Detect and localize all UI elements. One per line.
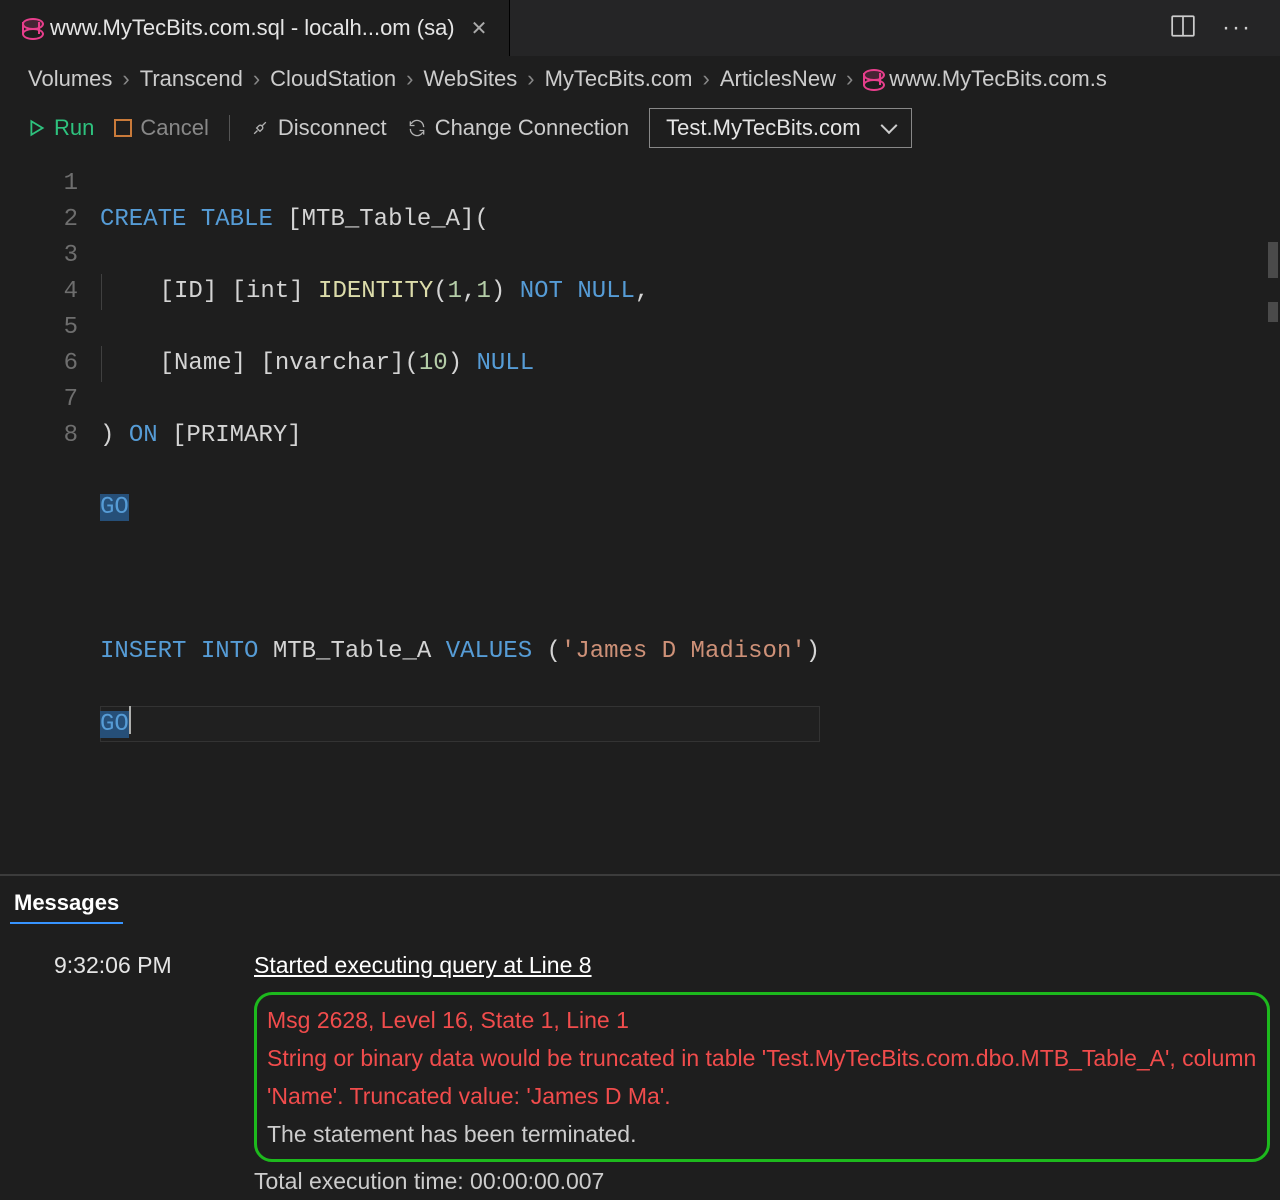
code-area[interactable]: CREATE TABLE [MTB_Table_A]( [ID] [int] I… (100, 162, 820, 818)
error-line: String or binary data would be truncated… (267, 1039, 1257, 1115)
run-button[interactable]: Run (28, 115, 94, 141)
breadcrumb-item[interactable]: MyTecBits.com (545, 66, 693, 92)
chevron-right-icon: › (406, 66, 413, 92)
close-icon[interactable]: ✕ (471, 16, 488, 41)
breadcrumb-item[interactable]: ArticlesNew (720, 66, 836, 92)
message-line: Total execution time: 00:00:00.007 (254, 1162, 1270, 1200)
chevron-right-icon: › (702, 66, 709, 92)
line-gutter: 1 2 3 4 5 6 7 8 (0, 162, 100, 818)
database-icon (863, 69, 881, 89)
error-highlight: Msg 2628, Level 16, State 1, Line 1 Stri… (254, 992, 1270, 1162)
output-panel: Messages 9:32:06 PM Started executing qu… (0, 876, 1280, 1200)
tab-messages[interactable]: Messages (10, 890, 123, 924)
database-select[interactable]: Test.MyTecBits.com (649, 108, 911, 148)
text-cursor (129, 706, 131, 734)
chevron-right-icon: › (253, 66, 260, 92)
tab-title: www.MyTecBits.com.sql - localh...om (sa) (50, 15, 455, 41)
editor-tab[interactable]: www.MyTecBits.com.sql - localh...om (sa)… (0, 0, 510, 56)
breadcrumb-item[interactable]: Transcend (140, 66, 243, 92)
split-editor-icon[interactable] (1170, 13, 1196, 44)
breadcrumb-item[interactable]: Volumes (28, 66, 112, 92)
breadcrumb-item[interactable]: CloudStation (270, 66, 396, 92)
refresh-icon (407, 118, 427, 138)
play-icon (28, 119, 46, 137)
chevron-right-icon: › (527, 66, 534, 92)
error-line: Msg 2628, Level 16, State 1, Line 1 (267, 1001, 1257, 1039)
database-icon (22, 18, 40, 38)
query-toolbar: Run Cancel Disconnect Change Connection … (0, 98, 1280, 162)
breadcrumb-file[interactable]: www.MyTecBits.com.s (863, 66, 1107, 92)
disconnect-button[interactable]: Disconnect (250, 115, 387, 141)
cancel-button: Cancel (114, 115, 208, 141)
message-line: The statement has been terminated. (267, 1115, 1257, 1153)
chevron-right-icon: › (846, 66, 853, 92)
more-icon[interactable]: ··· (1222, 14, 1252, 42)
unplug-icon (250, 118, 270, 138)
breadcrumb-item[interactable]: WebSites (423, 66, 517, 92)
minimap[interactable] (1260, 162, 1280, 818)
change-connection-button[interactable]: Change Connection (407, 115, 629, 141)
message-timestamp: 9:32:06 PM (54, 946, 254, 1200)
code-editor[interactable]: 1 2 3 4 5 6 7 8 CREATE TABLE [MTB_Table_… (0, 162, 1280, 818)
message-start: Started executing query at Line 8 (254, 946, 1270, 984)
chevron-right-icon: › (122, 66, 129, 92)
stop-icon (114, 119, 132, 137)
tab-bar: www.MyTecBits.com.sql - localh...om (sa)… (0, 0, 1280, 56)
separator (229, 115, 230, 141)
breadcrumb: Volumes › Transcend › CloudStation › WebSit… (0, 56, 1280, 98)
